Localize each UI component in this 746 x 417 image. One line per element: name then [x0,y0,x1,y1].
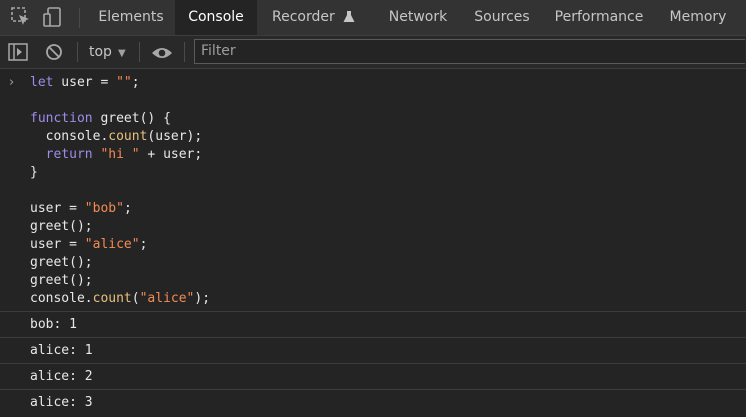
code-token: greet() { [92,111,171,126]
tab-network[interactable]: Network [376,0,460,35]
device-toolbar-icon[interactable] [42,6,64,28]
code-token: console. [30,291,93,306]
code-token: } [30,165,38,180]
prompt-chevron-icon: › [9,75,15,90]
code-token: ); [194,291,211,306]
tab-elements[interactable]: Elements [88,0,174,35]
devtools-tab-bar: Elements Console Recorder Network Source… [0,0,746,36]
flask-icon [343,2,355,37]
code-token: let [30,75,54,90]
tab-recorder[interactable]: Recorder [258,0,366,35]
code-token: "" [116,75,132,90]
console-output-row: alice: 3 [0,389,746,415]
code-token: function [30,111,93,126]
live-expression-eye-icon[interactable] [151,45,173,64]
inspect-element-icon[interactable] [10,6,32,28]
code-token: "alice" [84,237,140,252]
code-line: console.count(user); [30,128,746,146]
code-line: greet(); [30,272,746,290]
filter-input[interactable]: Filter [194,39,745,64]
dropdown-arrow-icon: ▼ [117,48,126,59]
toolbar-divider [77,42,78,62]
code-token: user = [30,201,85,216]
code-line: console.count("alice"); [30,290,746,308]
code-token: greet(); [30,219,93,234]
clear-console-icon[interactable] [45,43,63,65]
toolbar-divider [184,42,185,62]
tab-sources[interactable]: Sources [464,0,540,35]
code-token: + user; [139,147,203,162]
code-line: user = "alice"; [30,236,746,254]
code-token: console. [30,129,109,144]
tab-recorder-label: Recorder [272,9,335,25]
code-token: greet(); [30,273,93,288]
console-output-row: bob: 1 [0,311,746,337]
toolbar-divider [139,42,140,62]
filter-placeholder: Filter [201,43,236,59]
code-token: greet(); [30,255,93,270]
console-output-row: alice: 2 [0,363,746,389]
code-token: user = [53,75,117,90]
code-token: (user); [147,129,203,144]
context-label: top [89,44,112,60]
console-messages: › let user = ""; function greet() { cons… [0,69,746,415]
code-token: count [92,291,132,306]
code-token: ; [139,237,148,252]
show-sidebar-icon[interactable] [8,43,28,65]
tab-memory[interactable]: Memory [658,0,738,35]
context-selector[interactable]: top ▼ [89,36,126,68]
code-line: function greet() { [30,110,746,128]
code-token: "alice" [139,291,195,306]
code-line: greet(); [30,218,746,236]
code-token: count [108,129,148,144]
output-list: bob: 1 alice: 1 alice: 2 alice: 3 [0,311,746,415]
tab-console[interactable]: Console [175,0,257,35]
code-token: return [45,147,93,162]
code-token: ( [131,291,140,306]
code-line: return "hi " + user; [30,146,746,164]
code-token: "hi " [100,147,140,162]
console-output-row: alice: 1 [0,337,746,363]
code-line: let user = ""; [30,74,746,92]
code-block: let user = ""; function greet() { consol… [0,74,746,308]
code-line: user = "bob"; [30,200,746,218]
code-line: greet(); [30,254,746,272]
code-token: ; [131,75,140,90]
code-token: "bob" [84,201,124,216]
console-input-entry: › let user = ""; function greet() { cons… [0,69,746,311]
console-toolbar: top ▼ Filter [0,36,746,69]
tab-divider [79,8,80,28]
code-token: ; [123,201,132,216]
tab-performance[interactable]: Performance [544,0,654,35]
code-line: } [30,164,746,182]
code-token: user = [30,237,85,252]
